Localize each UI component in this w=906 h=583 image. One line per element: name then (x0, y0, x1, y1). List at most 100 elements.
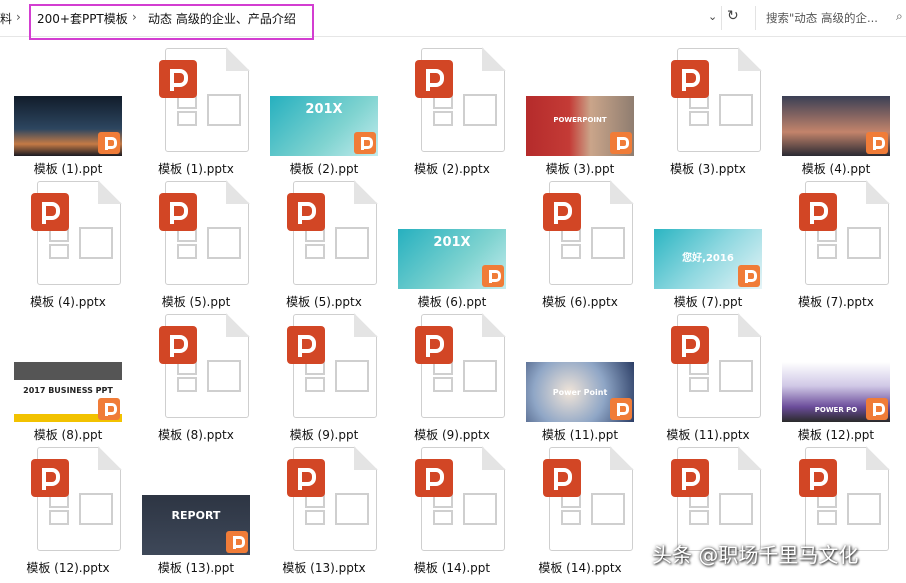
file-item[interactable]: 模板 (11).pptx (644, 313, 772, 447)
address-history-dropdown-icon[interactable]: ⌄ (708, 10, 717, 23)
file-item[interactable]: 模板 (5).ppt (132, 180, 260, 314)
powerpoint-icon (543, 459, 581, 497)
file-name: 模板 (6).ppt (417, 295, 487, 309)
file-name: 模板 (13).ppt (157, 561, 235, 575)
file-item[interactable]: 模板 (14).ppt (388, 446, 516, 580)
file-item[interactable]: 模板 (9).pptx (388, 313, 516, 447)
pptx-file-icon (799, 446, 890, 551)
powerpoint-icon (415, 326, 453, 364)
pptx-file-icon (415, 47, 506, 152)
file-item[interactable]: 模板 (2).pptx (388, 47, 516, 181)
file-item[interactable]: 模板 (9).ppt (260, 313, 388, 447)
file-item[interactable]: 模板 (5).pptx (260, 180, 388, 314)
file-item[interactable]: 模板 (3).pptx (644, 47, 772, 181)
file-item[interactable]: POWERPOINT 模板 (3).ppt (516, 48, 644, 181)
file-name: 模板 (14).ppt (413, 561, 491, 575)
pptx-file-icon (671, 313, 762, 418)
slide-thumbnail (782, 96, 890, 156)
slide-thumbnail: POWER PO (782, 362, 890, 422)
file-item[interactable]: 模板 (4).ppt (772, 48, 900, 181)
file-item[interactable]: 模板 (8).pptx (132, 313, 260, 447)
pptx-file-icon (159, 180, 250, 285)
pptx-file-icon (671, 446, 762, 551)
pptx-file-icon (287, 313, 378, 418)
powerpoint-icon (799, 459, 837, 497)
file-name: 模板 (4).pptx (30, 295, 106, 309)
thumbnail-band (14, 362, 122, 380)
file-item[interactable]: 模板 (1).pptx (132, 47, 260, 181)
file-item[interactable]: 模板 (12).pptx (4, 446, 132, 580)
powerpoint-icon (98, 398, 120, 420)
file-name: 模板 (2).pptx (414, 162, 490, 176)
divider (721, 6, 722, 30)
file-name: 模板 (12).pptx (26, 561, 110, 575)
file-name: 模板 (4).ppt (801, 162, 871, 176)
powerpoint-icon (226, 531, 248, 553)
search-input[interactable]: 搜索"动态 高级的企... (766, 10, 878, 26)
powerpoint-icon (354, 132, 376, 154)
search-icon[interactable]: ⌕ (896, 9, 903, 24)
watermark: 头条 @职场千里马文化 (652, 543, 859, 567)
pptx-file-icon (159, 47, 250, 152)
file-item[interactable]: 201X 模板 (6).ppt (388, 181, 516, 314)
file-item[interactable]: 201X 模板 (2).ppt (260, 48, 388, 181)
slide-thumbnail: Power Point (526, 362, 634, 422)
file-name: 模板 (11).pptx (666, 428, 750, 442)
powerpoint-icon (671, 60, 709, 98)
file-name: 模板 (11).ppt (541, 428, 619, 442)
powerpoint-icon (287, 193, 325, 231)
file-name: 模板 (3).pptx (670, 162, 746, 176)
thumbnail-title: 201X (305, 102, 343, 117)
powerpoint-icon (415, 459, 453, 497)
address-fragment: 料 (0, 12, 13, 26)
slide-thumbnail: 201X (270, 96, 378, 156)
file-item[interactable]: 模板 (1).ppt (4, 48, 132, 181)
powerpoint-icon (159, 193, 197, 231)
file-item[interactable]: 模板 (4).pptx (4, 180, 132, 314)
file-name: 模板 (3).ppt (545, 162, 615, 176)
powerpoint-icon (287, 326, 325, 364)
pptx-file-icon (671, 47, 762, 152)
powerpoint-icon (159, 60, 197, 98)
powerpoint-icon (543, 193, 581, 231)
file-item[interactable]: 2017 BUSINESS PPT 模板 (8).ppt (4, 314, 132, 447)
file-item[interactable]: 模板 (13).pptx (260, 446, 388, 580)
powerpoint-icon (31, 193, 69, 231)
pptx-file-icon (287, 446, 378, 551)
breadcrumb-highlight-box (29, 4, 314, 40)
powerpoint-icon (866, 132, 888, 154)
refresh-icon[interactable]: ↻ (727, 8, 739, 24)
pptx-file-icon (799, 180, 890, 285)
file-item[interactable]: 模板 (6).pptx (516, 180, 644, 314)
powerpoint-icon (31, 459, 69, 497)
file-name: 模板 (7).ppt (673, 295, 743, 309)
file-item[interactable]: 模板 (7).pptx (772, 180, 900, 314)
powerpoint-icon (98, 132, 120, 154)
slide-thumbnail: REPORT (142, 495, 250, 555)
file-item[interactable]: 您好,2016 模板 (7).ppt (644, 181, 772, 314)
search-box[interactable]: 搜索"动态 高级的企... ⌕ (755, 6, 906, 30)
file-name: 模板 (6).pptx (542, 295, 618, 309)
pptx-file-icon (31, 446, 122, 551)
powerpoint-icon (671, 459, 709, 497)
slide-thumbnail: 201X (398, 229, 506, 289)
pptx-file-icon (287, 180, 378, 285)
powerpoint-icon (866, 398, 888, 420)
powerpoint-icon (159, 326, 197, 364)
pptx-file-icon (543, 180, 634, 285)
file-name: 模板 (7).pptx (798, 295, 874, 309)
file-item[interactable]: Power Point 模板 (11).ppt (516, 314, 644, 447)
thumbnail-title: 您好,2016 (682, 253, 734, 264)
file-item[interactable]: POWER PO 模板 (12).ppt (772, 314, 900, 447)
file-item[interactable]: REPORT 模板 (13).ppt (132, 447, 260, 580)
thumbnail-title: 201X (433, 235, 471, 250)
file-item[interactable]: 模板 (14).pptx (516, 446, 644, 580)
powerpoint-icon (610, 398, 632, 420)
file-name: 模板 (9).ppt (289, 428, 359, 442)
thumbnail-title: REPORT (171, 509, 221, 522)
powerpoint-icon (738, 265, 760, 287)
thumbnail-title: POWERPOINT (553, 116, 607, 124)
file-name: 模板 (2).ppt (289, 162, 359, 176)
file-name: 模板 (13).pptx (282, 561, 366, 575)
powerpoint-icon (671, 326, 709, 364)
